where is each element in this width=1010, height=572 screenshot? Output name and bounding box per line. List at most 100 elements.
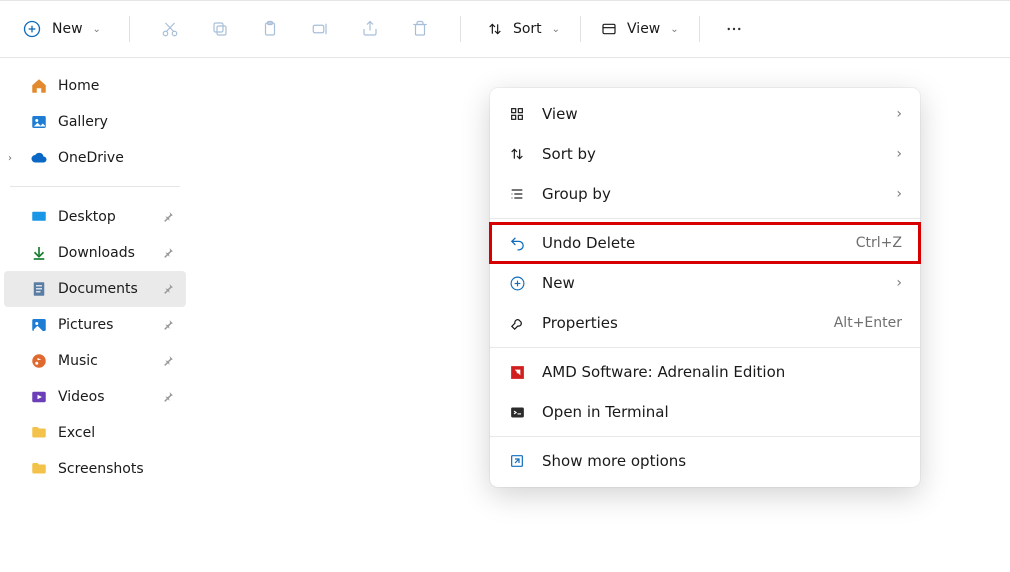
ctx-label: Open in Terminal [542, 403, 902, 421]
toolbar: New ⌄ Sort ⌄ View ⌄ [0, 0, 1010, 58]
ctx-open-terminal[interactable]: Open in Terminal [490, 392, 920, 432]
chevron-down-icon: ⌄ [670, 24, 678, 35]
view-icon [601, 21, 617, 37]
ctx-label: Group by [542, 185, 880, 203]
ctx-label: Undo Delete [542, 234, 840, 252]
plus-circle-icon [22, 19, 42, 39]
chevron-down-icon: ⌄ [552, 24, 560, 35]
ctx-label: Properties [542, 314, 818, 332]
sidebar-item-videos[interactable]: Videos [4, 379, 186, 415]
home-icon [30, 77, 48, 95]
sidebar-item-label: OneDrive [58, 150, 124, 166]
sidebar-item-label: Gallery [58, 114, 108, 130]
group-icon [508, 185, 526, 203]
divider [490, 218, 920, 219]
folder-icon [30, 424, 48, 442]
sort-icon [487, 21, 503, 37]
pin-icon [162, 282, 176, 296]
sidebar-item-onedrive[interactable]: › OneDrive [4, 140, 186, 176]
divider [460, 16, 461, 42]
ctx-label: Sort by [542, 145, 880, 163]
sidebar-item-screenshots[interactable]: Screenshots [4, 451, 186, 487]
ctx-group-by[interactable]: Group by › [490, 174, 920, 214]
pin-icon [162, 354, 176, 368]
pin-icon [162, 390, 176, 404]
divider [10, 186, 180, 187]
more-button[interactable] [714, 11, 754, 47]
download-icon [30, 244, 48, 262]
share-button[interactable] [350, 11, 390, 47]
sidebar-item-label: Screenshots [58, 461, 144, 477]
documents-icon [30, 280, 48, 298]
gallery-icon [30, 113, 48, 131]
paste-button[interactable] [250, 11, 290, 47]
music-icon [30, 352, 48, 370]
ctx-undo-delete[interactable]: Undo Delete Ctrl+Z [490, 223, 920, 263]
sidebar-item-desktop[interactable]: Desktop [4, 199, 186, 235]
sidebar-item-documents[interactable]: Documents [4, 271, 186, 307]
ctx-shortcut: Alt+Enter [834, 315, 902, 331]
chevron-right-icon: › [896, 146, 902, 162]
chevron-right-icon: › [896, 275, 902, 291]
ctx-label: View [542, 105, 880, 123]
sort-button[interactable]: Sort ⌄ [477, 15, 570, 43]
sidebar: Home Gallery › OneDrive Desktop [0, 58, 190, 572]
plus-circle-icon [508, 274, 526, 292]
delete-button[interactable] [400, 11, 440, 47]
copy-button[interactable] [200, 11, 240, 47]
sidebar-item-label: Downloads [58, 245, 135, 261]
sidebar-item-excel[interactable]: Excel [4, 415, 186, 451]
new-button[interactable]: New ⌄ [10, 13, 113, 45]
rename-button[interactable] [300, 11, 340, 47]
ctx-label: AMD Software: Adrenalin Edition [542, 363, 902, 381]
sidebar-item-label: Pictures [58, 317, 113, 333]
sidebar-item-label: Documents [58, 281, 138, 297]
divider [699, 16, 700, 42]
sidebar-item-music[interactable]: Music [4, 343, 186, 379]
chevron-right-icon: › [896, 106, 902, 122]
sort-label: Sort [513, 21, 542, 37]
sidebar-item-label: Videos [58, 389, 105, 405]
sidebar-item-label: Music [58, 353, 98, 369]
terminal-icon [508, 403, 526, 421]
divider [490, 347, 920, 348]
cut-button[interactable] [150, 11, 190, 47]
sidebar-item-home[interactable]: Home [4, 68, 186, 104]
chevron-down-icon: ⌄ [93, 24, 101, 35]
ctx-show-more-options[interactable]: Show more options [490, 441, 920, 481]
divider [490, 436, 920, 437]
wrench-icon [508, 314, 526, 332]
pin-icon [162, 210, 176, 224]
view-label: View [627, 21, 660, 37]
sidebar-item-pictures[interactable]: Pictures [4, 307, 186, 343]
ctx-properties[interactable]: Properties Alt+Enter [490, 303, 920, 343]
ctx-label: Show more options [542, 452, 902, 470]
expand-icon [508, 452, 526, 470]
divider [129, 16, 130, 42]
grid-icon [508, 105, 526, 123]
pictures-icon [30, 316, 48, 334]
sidebar-item-label: Desktop [58, 209, 116, 225]
undo-icon [508, 234, 526, 252]
ctx-amd-software[interactable]: AMD Software: Adrenalin Edition [490, 352, 920, 392]
pin-icon [162, 318, 176, 332]
sidebar-item-downloads[interactable]: Downloads [4, 235, 186, 271]
chevron-right-icon: › [8, 153, 12, 164]
chevron-right-icon: › [896, 186, 902, 202]
videos-icon [30, 388, 48, 406]
view-button[interactable]: View ⌄ [591, 15, 689, 43]
ctx-new[interactable]: New › [490, 263, 920, 303]
folder-icon [30, 460, 48, 478]
context-menu: View › Sort by › Group by › Undo Delete … [490, 88, 920, 487]
sort-icon [508, 145, 526, 163]
ctx-sort-by[interactable]: Sort by › [490, 134, 920, 174]
sidebar-item-label: Home [58, 78, 99, 94]
sidebar-item-label: Excel [58, 425, 95, 441]
cloud-icon [30, 149, 48, 167]
desktop-icon [30, 208, 48, 226]
ctx-view[interactable]: View › [490, 94, 920, 134]
divider [580, 16, 581, 42]
sidebar-item-gallery[interactable]: Gallery [4, 104, 186, 140]
pin-icon [162, 246, 176, 260]
new-label: New [52, 21, 83, 37]
